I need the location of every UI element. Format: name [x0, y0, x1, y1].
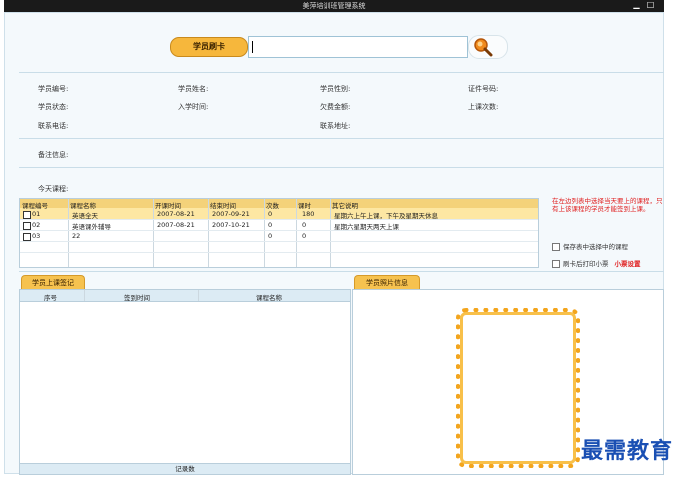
photo-frame — [456, 308, 580, 468]
col-end-date[interactable]: 结束时间 — [210, 200, 236, 210]
ticket-settings-link[interactable]: 小票设置 — [615, 260, 641, 268]
print-ticket-checkbox[interactable] — [552, 260, 560, 268]
minimize-button[interactable]: ▁ — [632, 0, 641, 10]
table-cell: 星期六星期天两天上课 — [334, 223, 399, 231]
table-cell: 22 — [72, 232, 81, 240]
field-remarks: 备注信息: — [38, 151, 69, 159]
col-hours[interactable]: 课时 — [298, 200, 311, 210]
course-checkbox[interactable] — [23, 222, 31, 230]
table-cell: 英语全天 — [72, 212, 98, 220]
field-student-id: 学员编号: — [38, 85, 69, 93]
course-checkbox[interactable] — [23, 233, 31, 241]
col-course-name[interactable]: 课程名称 — [70, 200, 96, 210]
col-signin-time[interactable]: 签到时间 — [124, 292, 150, 302]
tab-attendance[interactable]: 学员上课签记 — [21, 275, 85, 290]
courses-table[interactable]: 课程编号 课程名称 开课时间 结束时间 次数 课时 其它说明 01 英语全天 2… — [19, 198, 539, 268]
watermark: 最需教育 — [580, 438, 673, 464]
table-cell: 01 — [32, 210, 41, 218]
table-cell: 2007-08-21 — [157, 210, 195, 218]
search-button[interactable] — [468, 35, 508, 59]
card-number-input[interactable] — [248, 36, 468, 58]
field-student-gender: 学员性别: — [320, 85, 351, 93]
attendance-list[interactable]: 序号 签到时间 课程名称 记录数 — [19, 289, 351, 475]
record-count: 记录数 — [20, 463, 350, 474]
table-cell: 0 — [268, 221, 273, 229]
col-course-id[interactable]: 课程编号 — [22, 200, 48, 210]
table-cell: 180 — [302, 210, 315, 218]
table-cell: 0 — [268, 210, 273, 218]
table-cell: 0 — [268, 232, 273, 240]
field-arrears: 欠费金额: — [320, 103, 351, 111]
table-cell: 2007-08-21 — [157, 221, 195, 229]
col-course[interactable]: 课程名称 — [256, 292, 282, 302]
table-cell: 02 — [32, 221, 41, 229]
table-cell: 0 — [302, 232, 307, 240]
tab-photo[interactable]: 学员照片信息 — [354, 275, 420, 290]
field-enroll-date: 入学时间: — [178, 103, 209, 111]
maximize-button[interactable]: □ — [646, 0, 655, 10]
field-student-status: 学员状态: — [38, 103, 69, 111]
course-checkbox[interactable] — [23, 211, 31, 219]
table-cell: 2007-10-21 — [212, 221, 250, 229]
field-class-count: 上课次数: — [468, 103, 499, 111]
print-ticket-option[interactable]: 刷卡后打印小票 小票设置 — [552, 258, 641, 268]
save-selected-checkbox[interactable] — [552, 243, 560, 251]
table-cell: 0 — [302, 221, 307, 229]
courses-header — [20, 199, 538, 208]
field-student-name: 学员姓名: — [178, 85, 209, 93]
table-cell: 英语课外辅导 — [72, 223, 111, 231]
table-cell: 03 — [32, 232, 41, 240]
field-address: 联系地址: — [320, 122, 351, 130]
col-start-date[interactable]: 开课时间 — [155, 200, 181, 210]
field-phone: 联系电话: — [38, 122, 69, 130]
table-cell: 2007-09-21 — [212, 210, 250, 218]
magnifier-icon — [474, 38, 493, 57]
window-title: 美萍培训班管理系统 — [302, 2, 366, 10]
table-cell: 星期六上午上课，下午及星期天休息 — [334, 212, 438, 220]
title-bar: 美萍培训班管理系统 ▁ □ — [4, 0, 664, 12]
field-id-number: 证件号码: — [468, 85, 499, 93]
col-notes[interactable]: 其它说明 — [332, 200, 358, 210]
col-seq[interactable]: 序号 — [44, 292, 57, 302]
col-times[interactable]: 次数 — [266, 200, 279, 210]
today-courses-label: 今天课程: — [38, 185, 69, 193]
course-hint: 在左边列表中选择当天要上的课程，只有上该课程的学员才能签到上课。 — [552, 197, 663, 213]
save-selected-option[interactable]: 保存表中选择中的课程 — [552, 241, 628, 251]
swipe-card-button[interactable]: 学员刷卡 — [170, 37, 248, 57]
attendance-header — [20, 290, 350, 302]
